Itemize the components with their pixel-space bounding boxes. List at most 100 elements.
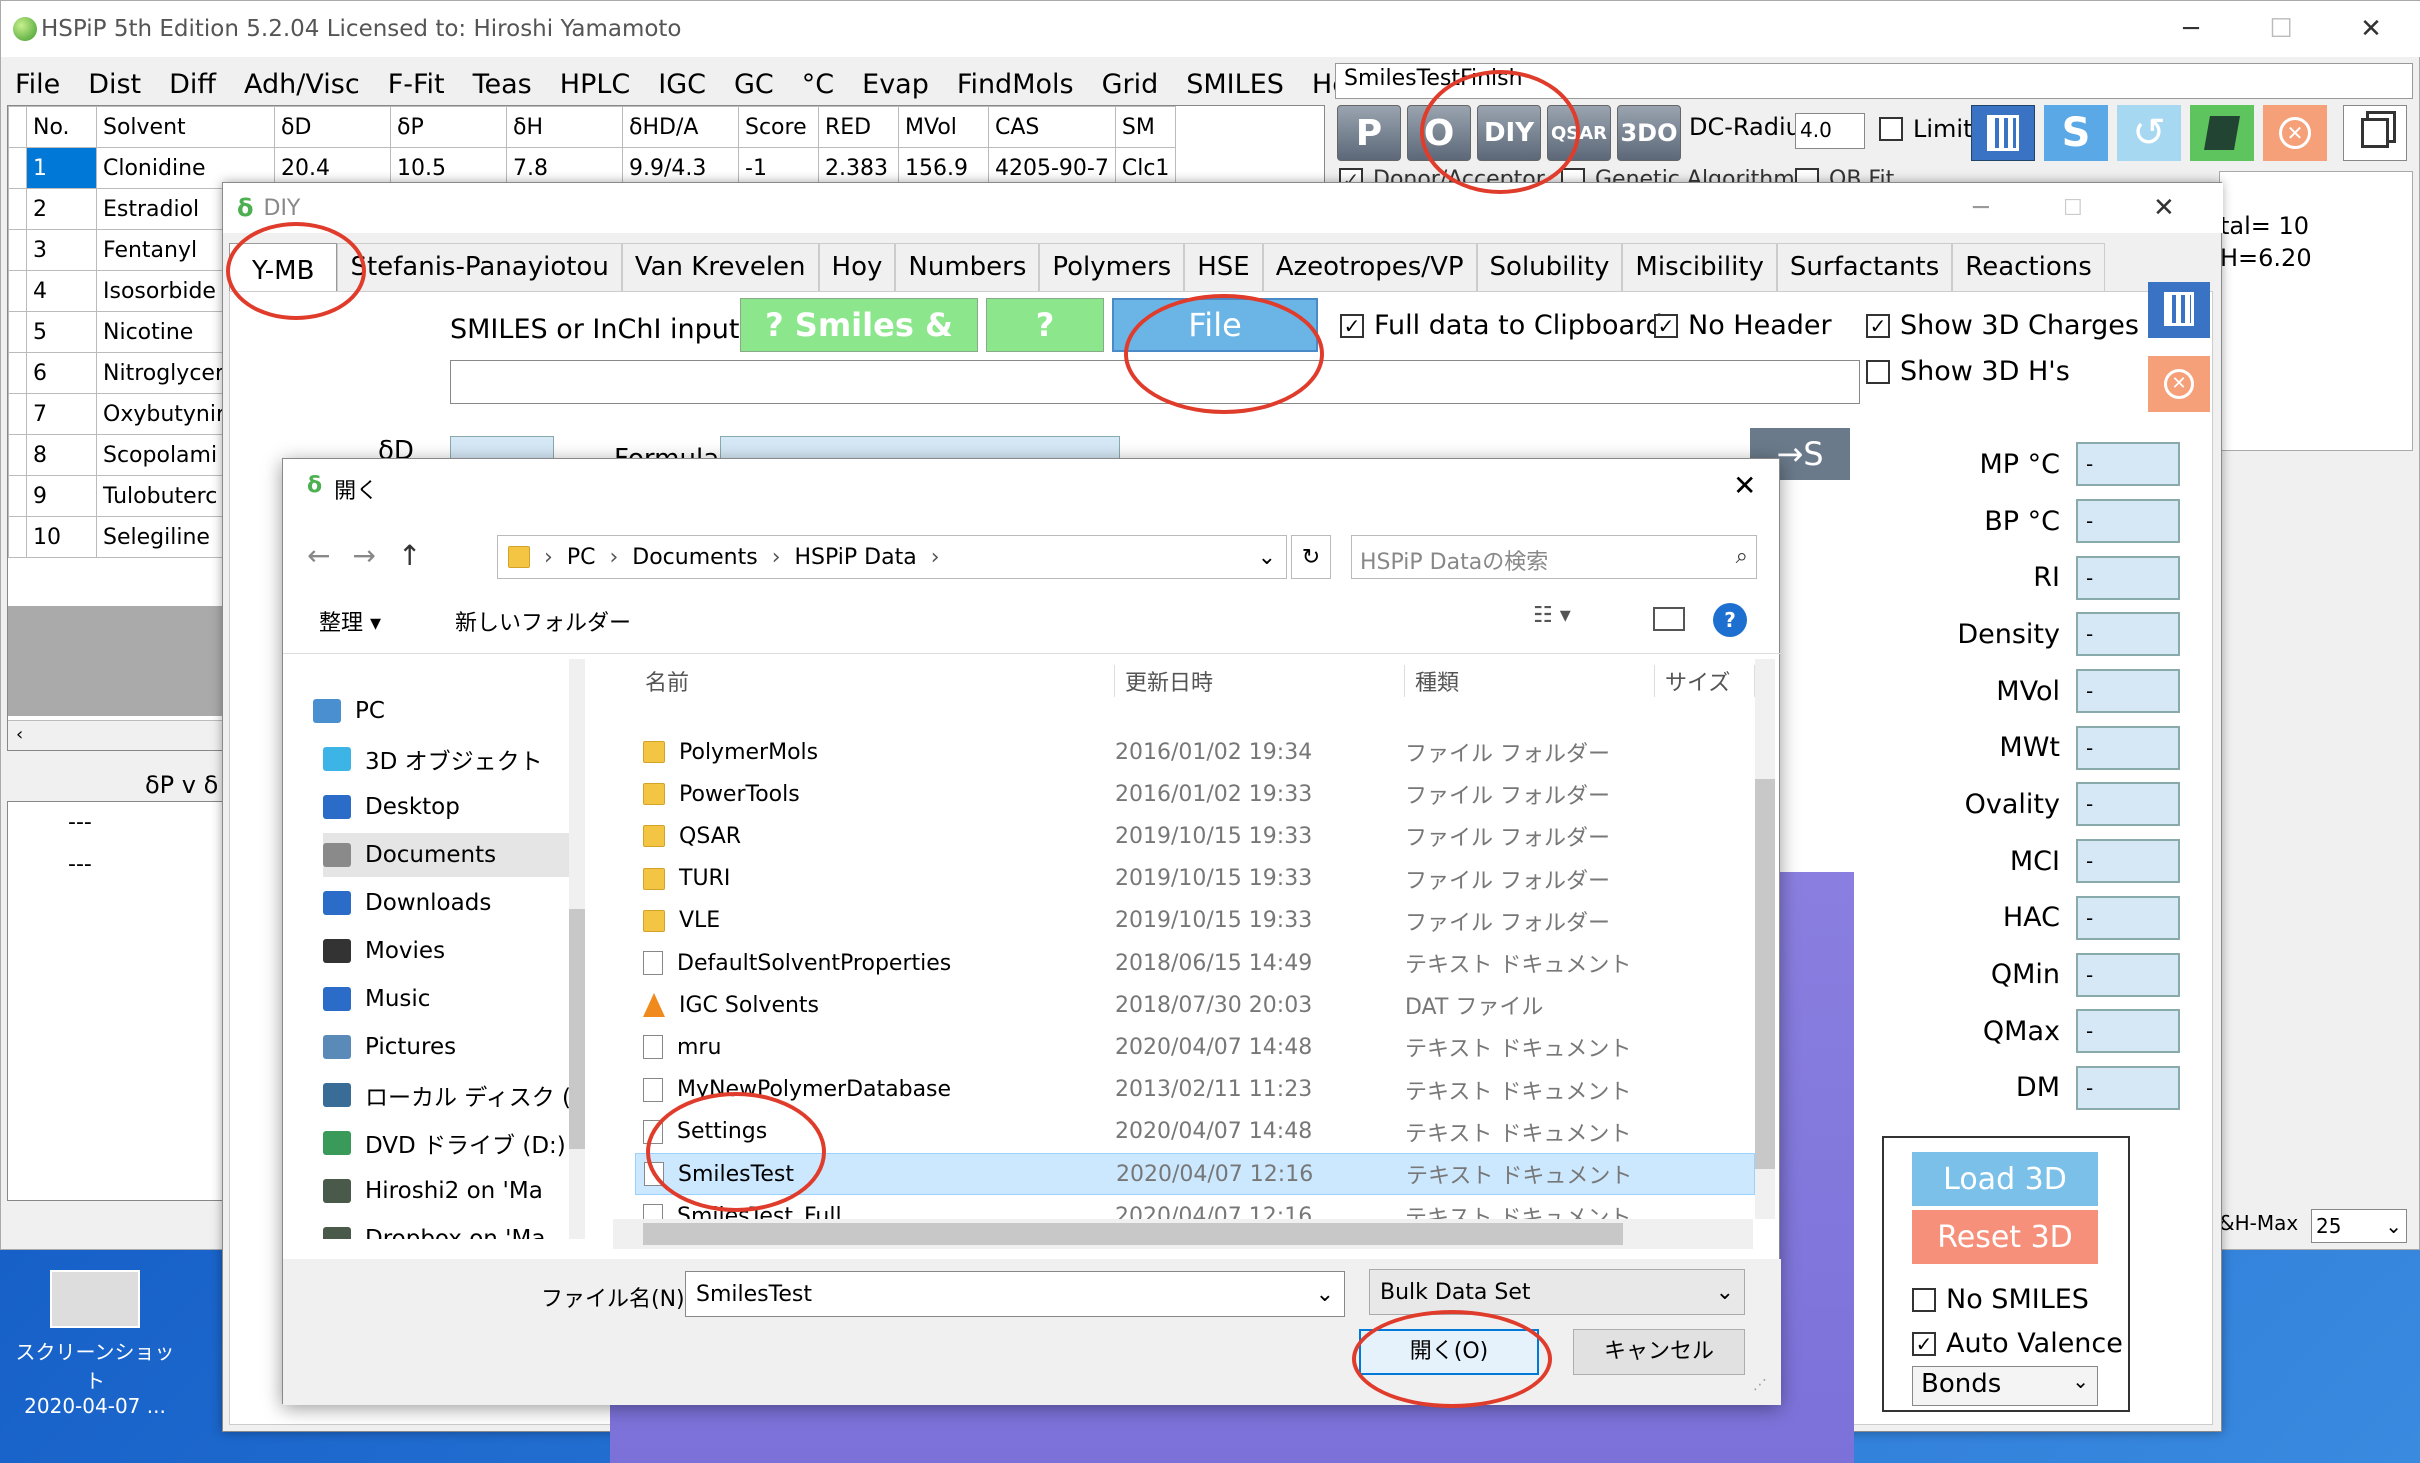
menu-diff[interactable]: Diff	[155, 69, 230, 100]
menu-hplc[interactable]: HPLC	[546, 69, 644, 100]
column-header[interactable]: No.	[26, 106, 97, 148]
tab-numbers[interactable]: Numbers	[895, 243, 1040, 291]
view-options-icon[interactable]: ☷ ▾	[1533, 603, 1571, 628]
menu-smiles[interactable]: SMILES	[1172, 69, 1298, 100]
file-row[interactable]: mru 2020/04/07 14:48 テキスト ドキュメント	[635, 1026, 1755, 1068]
property-value-field[interactable]: -	[2076, 669, 2180, 714]
desktop-icon-screenshot[interactable]: スクリーンショット 2020-04-07 ...	[10, 1270, 180, 1418]
filter-select[interactable]: Bulk Data Set ⌄	[1369, 1269, 1745, 1315]
property-value-field[interactable]: -	[2076, 555, 2180, 600]
column-header[interactable]: Score	[738, 106, 819, 148]
tab-van-krevelen[interactable]: Van Krevelen	[621, 243, 819, 291]
file-row[interactable]: DefaultSolventProperties 2018/06/15 14:49…	[635, 942, 1755, 984]
3do-button[interactable]: 3DO	[1617, 105, 1681, 161]
question-button[interactable]: ?	[986, 298, 1104, 352]
table-cell[interactable]: 3	[26, 229, 97, 271]
diy-calculator-button[interactable]	[2148, 282, 2210, 338]
tab-stefanis-panayiotou[interactable]: Stefanis-Panayiotou	[337, 243, 622, 291]
tree-item[interactable]: Documents	[323, 833, 583, 877]
address-bar[interactable]: › PC › Documents › HSPiP Data › ⌄	[497, 535, 1287, 579]
file-row[interactable]: PowerTools 2016/01/02 19:33 ファイル フォルダー	[635, 773, 1755, 815]
column-header[interactable]: CAS	[988, 106, 1116, 148]
row-selector[interactable]	[8, 270, 27, 312]
table-cell[interactable]: 8	[26, 434, 97, 476]
menu--c[interactable]: °C	[788, 69, 848, 100]
s-button[interactable]: S	[2044, 105, 2108, 161]
column-header[interactable]: SM	[1114, 106, 1177, 148]
tree-item[interactable]: Hiroshi2 on 'Ma	[323, 1169, 583, 1213]
table-cell[interactable]: 5	[26, 311, 97, 353]
tree-item[interactable]: DVD ドライブ (D:) (	[323, 1121, 583, 1165]
new-folder-button[interactable]: 新しいフォルダー	[455, 605, 631, 637]
column-header[interactable]: δD	[274, 106, 391, 148]
row-selector[interactable]	[8, 393, 27, 435]
menu-findmols[interactable]: FindMols	[943, 69, 1088, 100]
copy-button[interactable]	[2343, 105, 2407, 161]
file-row[interactable]: QSAR 2019/10/15 19:33 ファイル フォルダー	[635, 815, 1755, 857]
book-button[interactable]	[2190, 105, 2254, 161]
show-3d-h-checkbox[interactable]: Show 3D H's	[1866, 356, 2070, 387]
tab-surfactants[interactable]: Surfactants	[1776, 243, 1953, 291]
tree-item[interactable]: Desktop	[323, 785, 583, 829]
table-cell[interactable]: 10	[26, 516, 97, 558]
property-value-field[interactable]: -	[2076, 442, 2180, 487]
bonds-select[interactable]: Bonds ⌄	[1912, 1366, 2098, 1406]
dialog-close-button[interactable]: ✕	[1733, 469, 1756, 502]
diy-cancel-button[interactable]: ✕	[2148, 356, 2210, 412]
menu-adh-visc[interactable]: Adh/Visc	[230, 69, 374, 100]
property-value-field[interactable]: -	[2076, 782, 2180, 827]
row-selector[interactable]	[8, 229, 27, 271]
file-row[interactable]: IGC Solvents 2018/07/30 20:03 DAT ファイル	[635, 984, 1755, 1026]
tab-reactions[interactable]: Reactions	[1952, 243, 2105, 291]
p-button[interactable]: P	[1337, 105, 1401, 161]
tree-item[interactable]: ローカル ディスク (C	[323, 1073, 583, 1117]
refresh-button[interactable]: ↻	[1291, 535, 1331, 579]
file-row[interactable]: VLE 2019/10/15 19:33 ファイル フォルダー	[635, 900, 1755, 942]
tree-item[interactable]: Pictures	[323, 1025, 583, 1069]
tree-scroll-thumb[interactable]	[569, 909, 585, 1149]
diy-minimize-button[interactable]: ─	[1973, 193, 1989, 223]
load-3d-button[interactable]: Load 3D	[1912, 1152, 2098, 1206]
auto-valence-checkbox[interactable]: ✓ Auto Valence	[1912, 1328, 2123, 1359]
menu-evap[interactable]: Evap	[848, 69, 943, 100]
column-header[interactable]: δP	[390, 106, 507, 148]
undo-button[interactable]: ↺	[2117, 105, 2181, 161]
full-data-checkbox[interactable]: ✓ Full data to Clipboard	[1340, 310, 1663, 341]
maximize-button[interactable]: ☐	[2236, 1, 2326, 57]
tab-hoy[interactable]: Hoy	[818, 243, 896, 291]
column-header[interactable]: サイズ	[1655, 665, 1755, 697]
tree-item[interactable]: Downloads	[323, 881, 583, 925]
limit-checkbox[interactable]: Limit	[1879, 115, 1973, 143]
smiles-help-button[interactable]: ? Smiles &	[740, 298, 978, 352]
cancel-toolbar-button[interactable]: ✕	[2263, 105, 2327, 161]
tab-solubility[interactable]: Solubility	[1476, 243, 1623, 291]
file-row[interactable]: PolymerMols 2016/01/02 19:34 ファイル フォルダー	[635, 731, 1755, 773]
row-selector[interactable]	[8, 434, 27, 476]
no-smiles-checkbox[interactable]: No SMILES	[1912, 1284, 2089, 1315]
property-value-field[interactable]: -	[2076, 499, 2180, 544]
table-cell[interactable]: 2	[26, 188, 97, 230]
minimize-button[interactable]: ─	[2146, 1, 2236, 57]
column-header[interactable]: 種類	[1405, 665, 1655, 697]
menu-file[interactable]: File	[1, 69, 74, 100]
menu-igc[interactable]: IGC	[644, 69, 720, 100]
address-chevron-down-icon[interactable]: ⌄	[1258, 545, 1276, 570]
diy-close-button[interactable]: ✕	[2153, 193, 2175, 223]
column-header[interactable]: MVol	[898, 106, 989, 148]
up-arrow-icon[interactable]: ↑	[398, 539, 421, 572]
tree-item[interactable]: Dropbox on 'Ma	[323, 1217, 583, 1239]
property-value-field[interactable]: -	[2076, 725, 2180, 770]
back-arrow-icon[interactable]: ←	[307, 539, 330, 572]
close-button[interactable]: ✕	[2326, 1, 2416, 57]
preview-pane-icon[interactable]	[1653, 607, 1685, 631]
menu-gc[interactable]: GC	[720, 69, 788, 100]
forward-arrow-icon[interactable]: →	[352, 539, 375, 572]
tree-scrollbar[interactable]	[569, 659, 585, 1239]
menu-grid[interactable]: Grid	[1088, 69, 1173, 100]
property-value-field[interactable]: -	[2076, 612, 2180, 657]
row-selector[interactable]	[8, 311, 27, 353]
cancel-button[interactable]: キャンセル	[1573, 1329, 1745, 1375]
table-cell[interactable]: 4	[26, 270, 97, 312]
column-header[interactable]: 更新日時	[1115, 665, 1405, 697]
help-icon[interactable]: ?	[1713, 603, 1747, 637]
